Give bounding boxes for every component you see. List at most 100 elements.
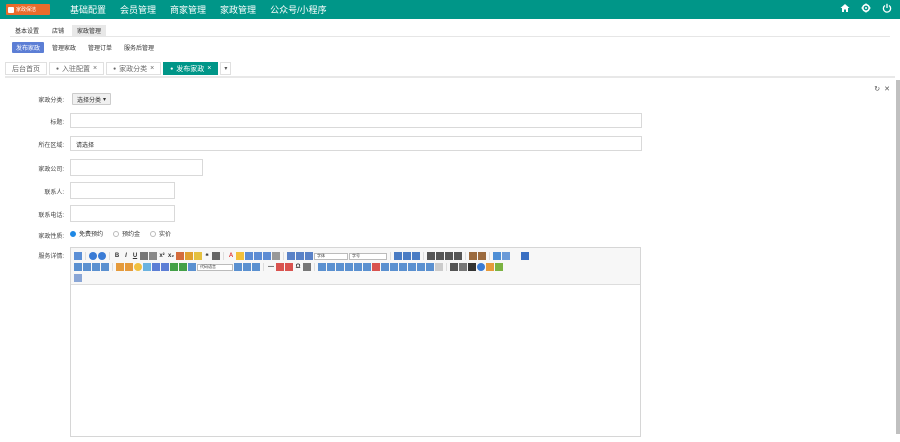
area-select[interactable]: 请选择	[70, 136, 642, 151]
merge-cells-icon[interactable]	[381, 263, 389, 271]
menu-manage[interactable]: 管理家政	[48, 42, 80, 53]
superscript-icon[interactable]: x²	[158, 253, 166, 259]
align-center-icon[interactable]	[436, 252, 444, 260]
menu-after-service[interactable]: 服务后管理	[120, 42, 158, 53]
font-family-select[interactable]: 字体	[314, 252, 348, 260]
insert-image-icon[interactable]	[125, 263, 133, 271]
charts-icon[interactable]	[495, 263, 503, 271]
subtab-housekeeping[interactable]: 家政管理	[72, 25, 107, 36]
phone-input[interactable]	[70, 205, 175, 222]
home-icon[interactable]	[840, 3, 850, 13]
menu-orders[interactable]: 管理订单	[84, 42, 116, 53]
insert-paragraph-icon[interactable]	[336, 263, 344, 271]
word-image-icon[interactable]	[303, 263, 311, 271]
app-logo[interactable]: 家政保洁	[6, 4, 50, 15]
horizontal-rule-icon[interactable]: —	[267, 264, 275, 270]
delete-table-icon[interactable]	[327, 263, 335, 271]
radio-real-price[interactable]: 实价	[150, 229, 171, 238]
gmap-icon[interactable]	[179, 263, 187, 271]
subscript-icon[interactable]: x₂	[167, 253, 175, 259]
attachment-icon[interactable]	[161, 263, 169, 271]
undo-icon[interactable]	[89, 252, 97, 260]
page-tab-category[interactable]: ● 家政分类 ×	[106, 62, 162, 75]
print-icon[interactable]	[450, 263, 458, 271]
merge-right-icon[interactable]	[390, 263, 398, 271]
row-spacing-top-icon[interactable]	[287, 252, 295, 260]
simple-upload-icon[interactable]	[116, 263, 124, 271]
image-none-icon[interactable]	[74, 263, 82, 271]
close-icon[interactable]: ×	[93, 65, 97, 72]
format-brush-icon[interactable]	[185, 252, 193, 260]
insert-frame-icon[interactable]	[188, 263, 196, 271]
emotion-icon[interactable]	[134, 263, 142, 271]
split-cells-icon[interactable]	[408, 263, 416, 271]
anchor-icon[interactable]	[521, 252, 529, 260]
subtab-store[interactable]: 店铺	[47, 25, 69, 36]
image-left-icon[interactable]	[83, 263, 91, 271]
scrawl-icon[interactable]	[143, 263, 151, 271]
clear-doc-icon[interactable]	[272, 252, 280, 260]
background-icon[interactable]	[252, 263, 260, 271]
special-chars-icon[interactable]: Ω	[294, 264, 302, 270]
search-replace-icon[interactable]	[468, 263, 476, 271]
font-size-select[interactable]: 字号	[349, 252, 387, 260]
page-tab-publish[interactable]: ● 发布家政 ×	[163, 62, 219, 75]
align-left-icon[interactable]	[427, 252, 435, 260]
unlink-icon[interactable]	[502, 252, 510, 260]
paste-plain-icon[interactable]	[212, 252, 220, 260]
row-spacing-bottom-icon[interactable]	[296, 252, 304, 260]
time-icon[interactable]	[285, 263, 293, 271]
select-all-icon[interactable]	[263, 252, 271, 260]
company-input[interactable]	[70, 159, 203, 176]
strikethrough-icon[interactable]	[149, 252, 157, 260]
redo-icon[interactable]	[98, 252, 106, 260]
nav-item-wechat[interactable]: 公众号/小程序	[270, 3, 327, 16]
align-right-icon[interactable]	[445, 252, 453, 260]
chevron-down-icon[interactable]: ▾	[220, 62, 232, 75]
touppercase-icon[interactable]	[469, 252, 477, 260]
title-input[interactable]	[70, 113, 642, 128]
category-select-button[interactable]: 选择分类 ▾	[72, 93, 112, 105]
split-rows-icon[interactable]	[417, 263, 425, 271]
nav-item-merchant[interactable]: 商家管理	[170, 3, 206, 16]
source-icon[interactable]	[74, 252, 82, 260]
radio-free[interactable]: 免费预约	[70, 229, 103, 238]
border-icon[interactable]	[140, 252, 148, 260]
preview-icon[interactable]	[459, 263, 467, 271]
menu-publish[interactable]: 发布家政	[12, 42, 45, 53]
align-justify-icon[interactable]	[454, 252, 462, 260]
underline-icon[interactable]: U	[131, 253, 139, 259]
insert-table-icon[interactable]	[318, 263, 326, 271]
nav-item-member[interactable]: 会员管理	[120, 3, 156, 16]
insert-col-icon[interactable]	[363, 263, 371, 271]
page-tab-settle[interactable]: ● 入驻配置 ×	[49, 62, 105, 75]
template-icon[interactable]	[243, 263, 251, 271]
subtab-basic-settings[interactable]: 基本设置	[10, 25, 44, 36]
insert-row-icon[interactable]	[345, 263, 353, 271]
indent-icon[interactable]	[412, 252, 420, 260]
italic-icon[interactable]: I	[122, 253, 130, 259]
drafts-icon[interactable]	[486, 263, 494, 271]
merge-down-icon[interactable]	[399, 263, 407, 271]
line-height-icon[interactable]	[305, 252, 313, 260]
nav-item-basic-config[interactable]: 基础配置	[70, 3, 106, 16]
highlight-icon[interactable]	[236, 252, 244, 260]
direction-rtl-icon[interactable]	[403, 252, 411, 260]
image-center-icon[interactable]	[101, 263, 109, 271]
close-icon[interactable]: ✕	[884, 85, 890, 93]
power-icon[interactable]	[882, 3, 892, 13]
map-icon[interactable]	[170, 263, 178, 271]
scrollbar[interactable]	[896, 80, 900, 434]
bold-icon[interactable]: B	[113, 253, 121, 259]
quote-icon[interactable]: ❝	[203, 253, 211, 260]
link-icon[interactable]	[493, 252, 501, 260]
page-tab-home[interactable]: 后台首页	[5, 62, 47, 75]
page-break-icon[interactable]	[234, 263, 242, 271]
refresh-icon[interactable]: ↻	[874, 85, 880, 93]
split-cols-icon[interactable]	[426, 263, 434, 271]
ordered-list-icon[interactable]	[245, 252, 253, 260]
autotype-icon[interactable]	[194, 252, 202, 260]
contact-input[interactable]	[70, 182, 175, 199]
close-icon[interactable]: ×	[150, 65, 154, 72]
table-props-icon[interactable]	[435, 263, 443, 271]
